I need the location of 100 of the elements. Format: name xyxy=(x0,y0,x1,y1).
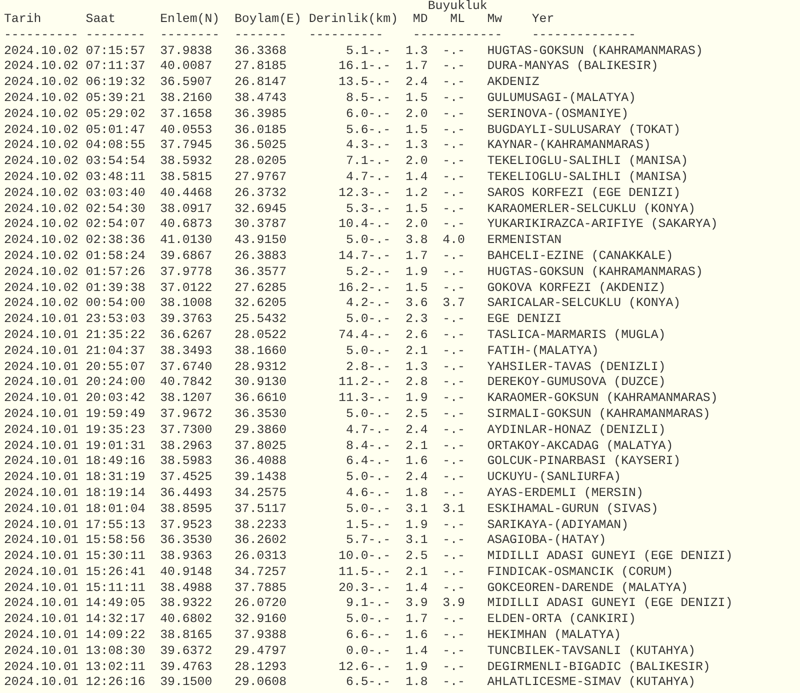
md-cell: -.- xyxy=(368,44,391,58)
ml-cell: 2.1 xyxy=(405,564,428,579)
ml-cell: 1.9 xyxy=(405,518,428,532)
date-cell: 2024.10.01 xyxy=(4,406,78,421)
location-cell: SIRMALI-GOKSUN (KAHRAMANMARAS) xyxy=(487,406,710,421)
mw-cell: -.- xyxy=(442,90,465,105)
md-cell: -.- xyxy=(368,580,391,595)
depth-cell: 11.2 xyxy=(338,375,368,390)
date-cell: 2024.10.01 xyxy=(4,375,78,390)
depth-cell: 4.7 xyxy=(346,170,368,184)
ml-cell: 2.4 xyxy=(405,470,428,484)
location-cell: GULUMUSAGI-(MALATYA) xyxy=(487,90,636,105)
ml-cell: 2.4 xyxy=(405,75,428,90)
longitude-cell: 36.6610 xyxy=(234,391,287,406)
depth-cell: 11.3 xyxy=(338,391,368,406)
date-cell: 2024.10.01 xyxy=(4,344,78,358)
depth-cell: 2.8 xyxy=(346,360,368,374)
longitude-cell: 37.5117 xyxy=(234,502,287,516)
location-cell: GOKCEOREN-DARENDE (MALATYA) xyxy=(487,580,688,595)
longitude-cell: 38.4743 xyxy=(234,90,287,105)
longitude-cell: 32.6945 xyxy=(234,202,287,216)
date-cell: 2024.10.01 xyxy=(4,518,78,532)
dash-separator: -------- xyxy=(86,28,146,42)
mw-cell: -.- xyxy=(442,533,465,548)
mw-cell: 3.7 xyxy=(442,296,465,310)
date-cell: 2024.10.01 xyxy=(4,438,78,453)
location-cell: ORTAKOY-AKCADAG (MALATYA) xyxy=(487,438,674,453)
ml-cell: 1.2 xyxy=(405,186,428,200)
ml-cell: 1.7 xyxy=(405,248,428,263)
longitude-cell: 36.3985 xyxy=(234,106,287,121)
date-cell: 2024.10.02 xyxy=(4,248,78,263)
longitude-cell: 39.1438 xyxy=(234,470,287,484)
date-cell: 2024.10.02 xyxy=(4,264,78,279)
ml-cell: 1.9 xyxy=(405,391,428,406)
mw-cell: -.- xyxy=(442,438,465,453)
longitude-cell: 38.2233 xyxy=(234,518,287,532)
ml-cell: 2.1 xyxy=(405,438,428,453)
date-cell: 2024.10.02 xyxy=(4,106,78,121)
latitude-cell: 40.0087 xyxy=(160,59,212,74)
ml-cell: 1.8 xyxy=(405,675,428,690)
md-cell: -.- xyxy=(368,186,391,200)
time-cell: 14:32:17 xyxy=(86,612,146,626)
longitude-cell: 27.6285 xyxy=(234,280,287,295)
md-cell: -.- xyxy=(368,106,391,121)
date-cell: 2024.10.02 xyxy=(4,202,78,216)
ml-cell: 2.5 xyxy=(405,406,428,421)
longitude-cell: 27.8185 xyxy=(234,59,287,74)
depth-cell: 5.0 xyxy=(346,233,368,248)
longitude-cell: 28.0522 xyxy=(234,328,287,342)
longitude-cell: 28.1293 xyxy=(234,660,287,674)
ml-cell: 2.0 xyxy=(405,154,428,168)
time-cell: 15:58:56 xyxy=(86,533,146,548)
location-cell: AYDINLAR-HONAZ (DENIZLI) xyxy=(487,422,666,437)
ml-cell: 1.9 xyxy=(405,264,428,279)
md-cell: -.- xyxy=(368,344,391,358)
md-cell: -.- xyxy=(368,549,391,564)
latitude-cell: 37.7300 xyxy=(160,422,212,437)
md-cell: -.- xyxy=(368,59,391,74)
mw-cell: -.- xyxy=(442,44,465,58)
mw-cell: -.- xyxy=(442,580,465,595)
mw-cell: -.- xyxy=(442,264,465,279)
latitude-cell: 37.9672 xyxy=(160,406,212,421)
latitude-cell: 40.7842 xyxy=(160,375,212,390)
depth-cell: 5.0 xyxy=(346,470,368,484)
time-cell: 05:01:47 xyxy=(86,122,146,137)
depth-cell: 13.5 xyxy=(338,75,368,90)
depth-cell: 4.7 xyxy=(346,422,368,437)
longitude-cell: 26.0720 xyxy=(234,596,287,610)
longitude-cell: 30.3787 xyxy=(234,217,287,232)
date-cell: 2024.10.02 xyxy=(4,296,78,310)
longitude-cell: 26.3883 xyxy=(234,248,287,263)
location-cell: HEKIMHAN (MALATYA) xyxy=(487,628,622,642)
longitude-cell: 25.5432 xyxy=(234,312,287,326)
depth-cell: 10.4 xyxy=(338,217,368,232)
date-cell: 2024.10.01 xyxy=(4,549,78,564)
ml-cell: 1.4 xyxy=(405,644,428,658)
mw-cell: -.- xyxy=(442,280,465,295)
time-cell: 18:19:14 xyxy=(86,486,146,500)
longitude-cell: 27.9767 xyxy=(234,170,287,184)
latitude-cell: 37.9838 xyxy=(160,44,212,58)
date-cell: 2024.10.02 xyxy=(4,154,78,168)
latitude-cell: 38.1008 xyxy=(160,296,212,310)
mw-cell: -.- xyxy=(442,406,465,421)
date-cell: 2024.10.02 xyxy=(4,122,78,137)
ml-cell: 2.4 xyxy=(405,422,428,437)
latitude-cell: 38.0917 xyxy=(160,202,212,216)
latitude-cell: 39.4763 xyxy=(160,660,212,674)
column-header: Mw xyxy=(487,12,502,26)
md-cell: -.- xyxy=(368,202,391,216)
depth-cell: 6.5 xyxy=(346,675,368,690)
mw-cell: -.- xyxy=(442,360,465,374)
location-cell: SARICALAR-SELCUKLU (KONYA) xyxy=(487,296,681,310)
mw-cell: -.- xyxy=(442,59,465,74)
date-cell: 2024.10.01 xyxy=(4,580,78,595)
depth-cell: 4.6 xyxy=(346,486,368,500)
ml-cell: 1.5 xyxy=(405,280,428,295)
depth-cell: 8.4 xyxy=(346,438,368,453)
depth-cell: 6.0 xyxy=(346,106,368,121)
time-cell: 03:48:11 xyxy=(86,170,146,184)
depth-cell: 5.3 xyxy=(346,202,368,216)
